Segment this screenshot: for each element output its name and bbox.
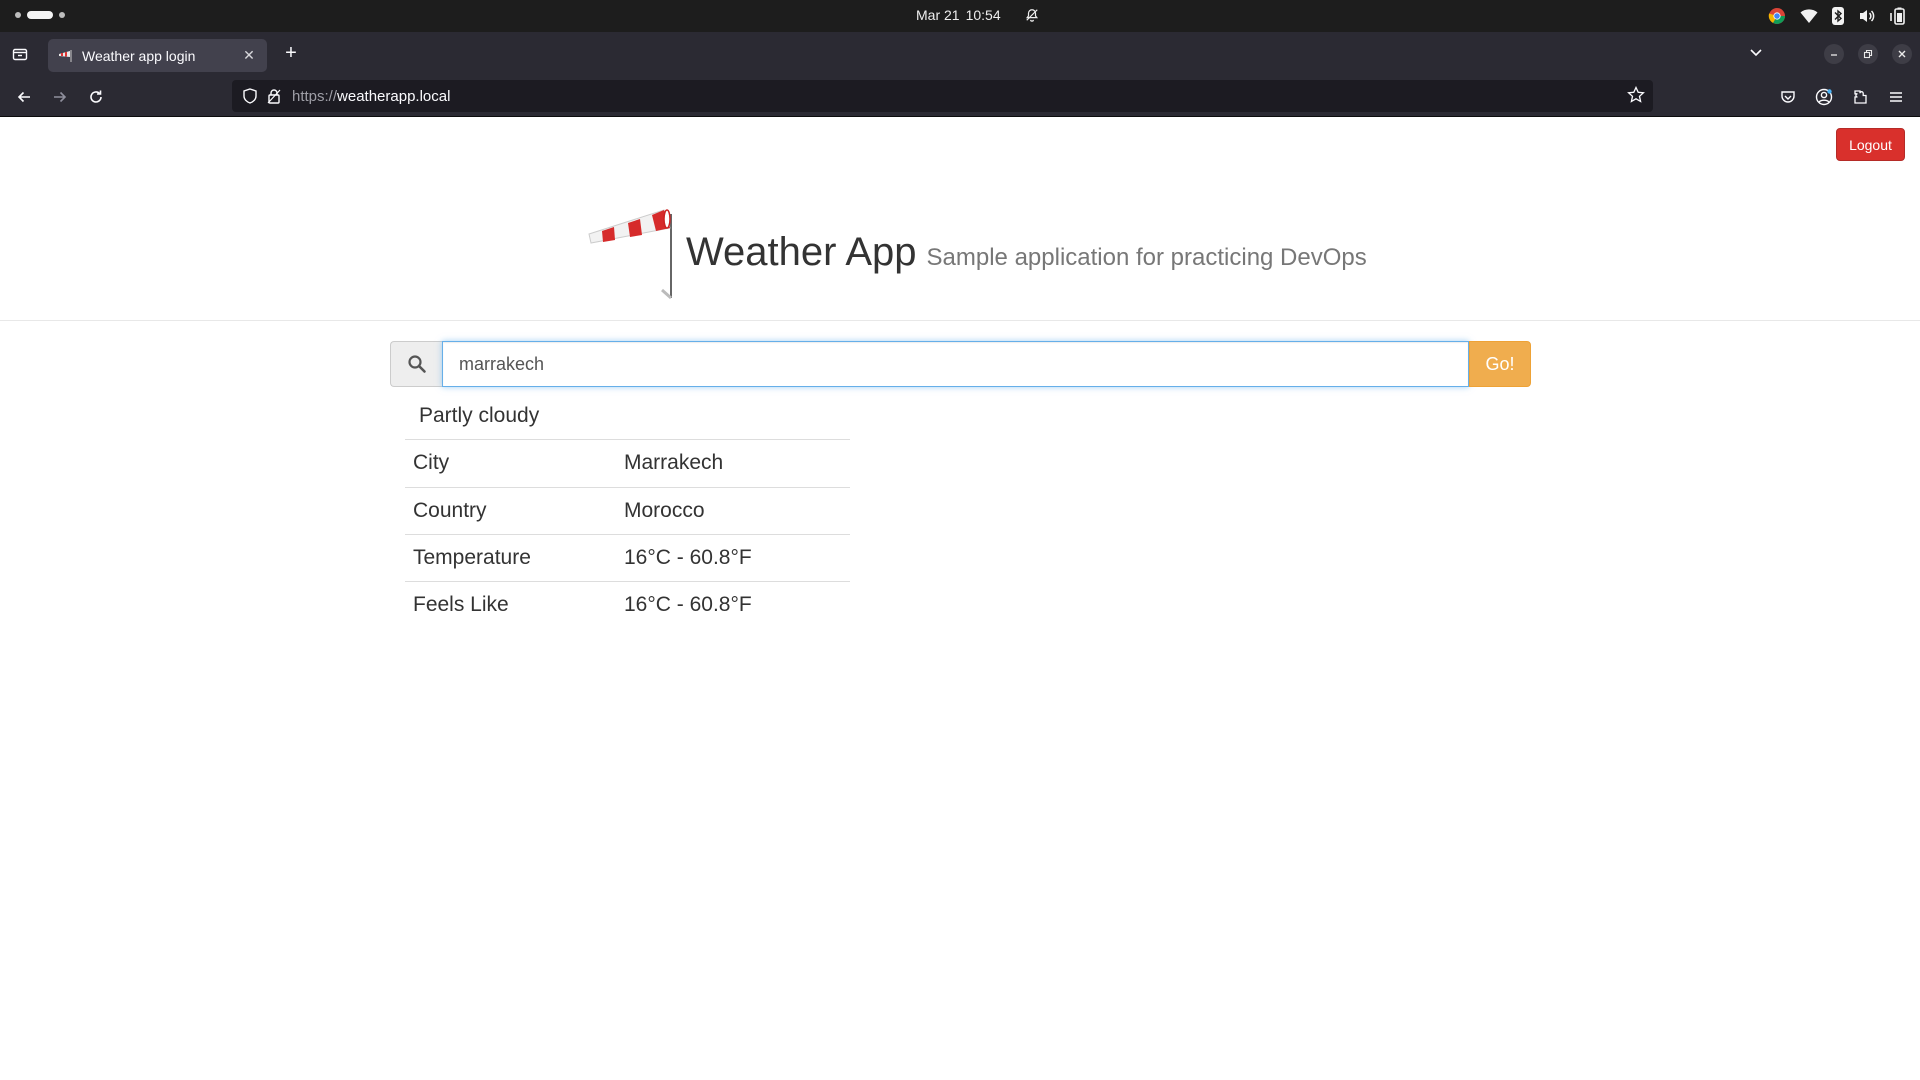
system-top-bar: Mar 21 10:54 [0, 0, 1920, 32]
active-workspace-pill [27, 11, 53, 19]
browser-nav-bar: https://weatherapp.local [0, 77, 1920, 117]
clock-date: Mar 21 [916, 7, 960, 23]
browser-tab-bar: Weather app login ✕ + [0, 32, 1920, 77]
browser-tab-active[interactable]: Weather app login ✕ [48, 39, 267, 72]
back-icon [17, 91, 30, 103]
minimize-window-button[interactable] [1824, 44, 1844, 64]
workspace-indicator[interactable] [15, 11, 65, 19]
row-value: Marrakech [616, 440, 850, 488]
url-text[interactable]: https://weatherapp.local [292, 88, 450, 105]
page-header: Weather App Sample application for pract… [0, 118, 1920, 321]
row-label: Temperature [405, 534, 616, 582]
windsock-favicon-icon [58, 48, 74, 64]
row-label: Country [405, 487, 616, 535]
chevron-down-icon[interactable] [1748, 44, 1764, 65]
battery-icon[interactable] [1890, 7, 1906, 25]
windsock-logo [584, 206, 674, 307]
back-button[interactable] [14, 87, 34, 107]
restore-icon [1863, 49, 1873, 59]
table-row: Country Morocco [405, 487, 850, 535]
forward-icon [54, 91, 67, 103]
close-tab-icon[interactable]: ✕ [241, 47, 257, 64]
search-bar: Go! [390, 341, 1531, 387]
system-tray[interactable] [1768, 7, 1906, 25]
notifications-off-icon [1025, 9, 1038, 22]
clock[interactable]: Mar 21 10:54 [916, 7, 1039, 23]
url-scheme: https:// [292, 87, 338, 105]
reload-icon [90, 90, 102, 103]
extensions-button[interactable] [1850, 87, 1870, 107]
new-tab-button[interactable]: + [280, 43, 302, 65]
clock-time: 10:54 [965, 7, 1001, 23]
wifi-icon[interactable] [1800, 8, 1818, 24]
close-window-button[interactable] [1892, 44, 1912, 64]
row-value: 16°C - 60.8°F [624, 592, 752, 616]
account-icon [1815, 88, 1833, 106]
extensions-icon [1854, 90, 1867, 104]
table-row: Temperature 16°C - 60.8°F [405, 534, 850, 582]
row-label: Feels Like [413, 592, 509, 616]
row-value: 16°C - 60.8°F [616, 534, 850, 582]
city-search-input[interactable] [442, 341, 1469, 387]
search-icon [390, 341, 442, 387]
workspace-dot [15, 12, 21, 18]
weather-details-table: City Marrakech Country Morocco Temperatu… [405, 440, 850, 628]
shield-icon[interactable] [240, 88, 260, 104]
brand: Weather App Sample application for pract… [686, 230, 1367, 275]
logout-button[interactable]: Logout [1836, 128, 1905, 161]
weather-app-page: Weather App Sample application for pract… [0, 118, 1920, 1080]
close-icon [1898, 50, 1906, 58]
weather-condition: Partly cloudy [405, 392, 850, 440]
reload-button[interactable] [86, 87, 106, 107]
tab-title: Weather app login [82, 47, 196, 64]
row-value: Morocco [616, 487, 850, 535]
chrome-icon[interactable] [1768, 7, 1786, 25]
forward-button[interactable] [50, 87, 70, 107]
app-menu-button[interactable] [1886, 87, 1906, 107]
url-bar[interactable]: https://weatherapp.local [232, 80, 1653, 112]
minimize-icon [1831, 54, 1837, 56]
tab-list-button[interactable] [10, 44, 30, 64]
workspace-dot [59, 12, 65, 18]
app-title: Weather App [686, 230, 917, 274]
account-button[interactable] [1814, 87, 1834, 107]
bluetooth-icon[interactable] [1832, 7, 1844, 25]
restore-window-button[interactable] [1858, 44, 1878, 64]
lock-icon[interactable] [264, 88, 284, 104]
app-subtitle: Sample application for practicing DevOps [926, 244, 1367, 271]
row-label: City [405, 440, 616, 488]
weather-result: Partly cloudy City Marrakech Country Mor… [405, 392, 850, 628]
table-row: City Marrakech [405, 440, 850, 488]
url-host: weatherapp.local [337, 87, 451, 105]
table-row: Feels Like 16°C - 60.8°F [405, 581, 850, 628]
pocket-button[interactable] [1778, 87, 1798, 107]
go-button[interactable]: Go! [1469, 341, 1531, 387]
volume-icon[interactable] [1858, 8, 1876, 24]
star-icon[interactable] [1627, 85, 1645, 109]
menu-icon [1890, 92, 1902, 102]
pocket-icon [1781, 91, 1795, 103]
tab-list-icon [12, 48, 28, 61]
